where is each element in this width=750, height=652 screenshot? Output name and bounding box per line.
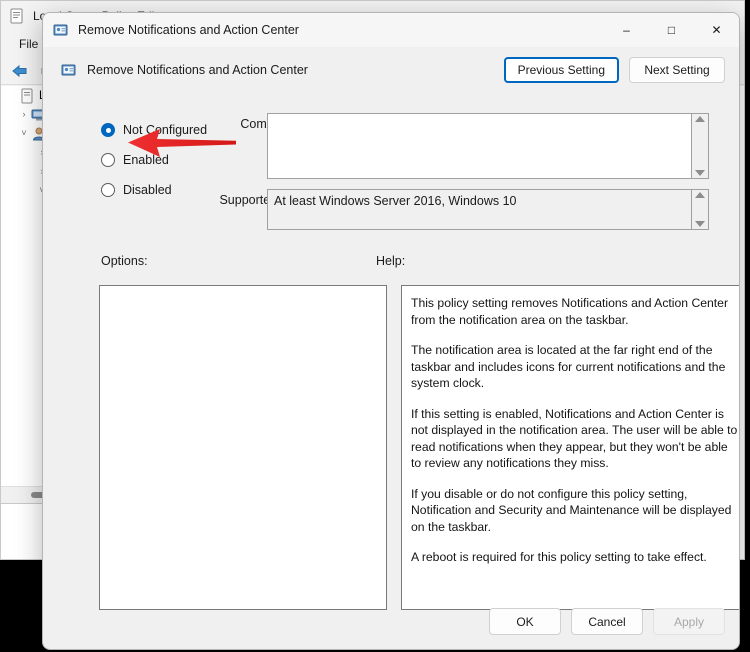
minimize-button[interactable]: – [604,13,649,47]
radio-indicator-selected[interactable] [101,123,115,137]
help-paragraph: This policy setting removes Notification… [411,296,729,327]
previous-setting-button[interactable]: Previous Setting [503,57,619,83]
dialog-footer: OK Cancel Apply [479,608,725,635]
comment-input[interactable] [267,113,692,179]
cancel-button[interactable]: Cancel [571,608,643,635]
policy-setting-dialog: Remove Notifications and Action Center –… [42,12,740,650]
supported-on-value: At least Windows Server 2016, Windows 10 [267,189,692,230]
policy-setting-icon [53,22,69,38]
apply-button: Apply [653,608,725,635]
policy-document-icon [19,88,35,104]
back-arrow-icon[interactable] [7,59,33,83]
help-paragraph: The notification area is located at the … [411,343,726,390]
help-paragraph: A reboot is required for this policy set… [411,550,707,564]
radio-indicator[interactable] [101,153,115,167]
radio-enabled[interactable]: Enabled [101,145,231,175]
help-label: Help: [376,254,406,268]
scroll-up-icon[interactable] [695,116,705,122]
options-label: Options: [101,254,148,268]
ok-button[interactable]: OK [489,608,561,635]
options-panel[interactable] [99,285,387,610]
help-paragraph: If you disable or do not configure this … [411,486,732,534]
radio-label: Enabled [123,153,169,167]
window-controls: – □ ✕ [604,13,739,47]
next-setting-button[interactable]: Next Setting [629,57,725,83]
tree-chevron-right-icon[interactable]: › [17,110,31,119]
scroll-down-icon[interactable] [695,170,705,176]
dialog-titlebar[interactable]: Remove Notifications and Action Center –… [43,13,739,47]
radio-indicator[interactable] [101,183,115,197]
scroll-up-icon[interactable] [695,192,705,198]
supported-on-scrollbar[interactable] [692,189,709,230]
comment-scrollbar[interactable] [692,113,709,179]
help-panel: This policy setting removes Notification… [401,285,739,610]
policy-document-icon [9,8,25,24]
dialog-title: Remove Notifications and Action Center [78,23,299,37]
screenshot-root: Local Group Policy Editor File A [0,0,750,652]
dialog-header: Remove Notifications and Action Center P… [43,47,739,93]
close-button[interactable]: ✕ [694,13,739,47]
tree-chevron-down-icon[interactable]: ˅ [17,129,31,138]
maximize-button[interactable]: □ [649,13,694,47]
policy-setting-icon [61,62,77,78]
dialog-state-and-comment-area: Not Configured Enabled Disabled Comment:… [43,101,739,241]
help-paragraph: If this setting is enabled, Notification… [411,406,738,471]
setting-name-heading: Remove Notifications and Action Center [87,63,308,77]
scroll-down-icon[interactable] [695,221,705,227]
